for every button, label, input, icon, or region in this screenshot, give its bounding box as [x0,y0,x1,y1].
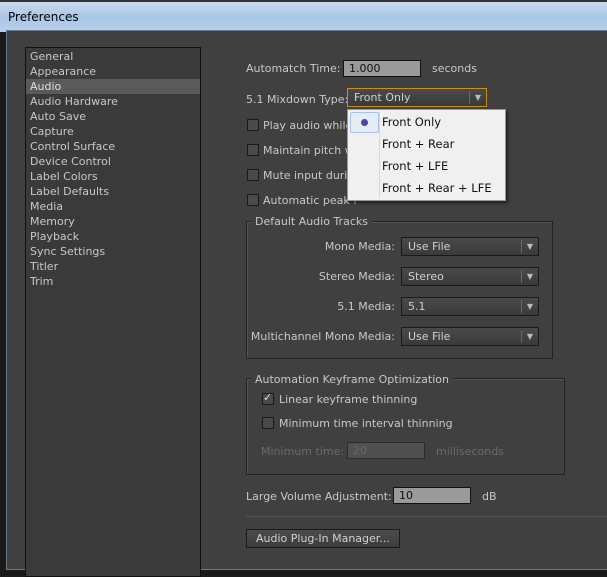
mixdown-label: 5.1 Mixdown Type: [246,93,349,106]
sidebar-item-capture[interactable]: Capture [26,124,200,139]
mixdown-dropdown-menu: Front Only Front + Rear Front + LFE Front +… [347,109,506,201]
sidebar-item-device-control[interactable]: Device Control [26,154,200,169]
radio-dot-icon [361,119,368,126]
track-value: 5.1 [408,300,426,313]
divider [246,516,607,517]
track-label: Multichannel Mono Media: [250,330,395,343]
mixdown-value: Front Only [354,91,411,104]
track-select[interactable]: Stereo ▼ [401,267,539,286]
chevron-down-icon: ▼ [469,91,486,104]
track-label: Mono Media: [324,240,395,253]
sidebar-item-control-surface[interactable]: Control Surface [26,139,200,154]
category-list[interactable]: General Appearance Audio Audio Hardware Auto… [25,47,201,577]
option-checkbox[interactable] [247,119,259,131]
mixdown-option[interactable]: Front + LFE [382,159,448,173]
audio-plugin-manager-button[interactable]: Audio Plug-In Manager... [246,529,400,548]
sidebar-item-auto-save[interactable]: Auto Save [26,109,200,124]
sidebar-item-audio[interactable]: Audio [26,79,200,94]
volume-label: Large Volume Adjustment: [246,490,392,503]
track-select[interactable]: Use File ▼ [401,237,539,256]
option-checkbox[interactable] [247,194,259,206]
sidebar-item-memory[interactable]: Memory [26,214,200,229]
track-value: Use File [408,240,451,253]
mixdown-option[interactable]: Front Only [382,115,441,129]
track-value: Stereo [408,270,444,283]
selected-indicator [350,112,379,133]
chevron-down-icon: ▼ [521,270,538,283]
sidebar-item-trim[interactable]: Trim [26,274,200,289]
chevron-down-icon: ▼ [521,330,538,343]
sidebar-item-sync-settings[interactable]: Sync Settings [26,244,200,259]
sidebar-item-audio-hardware[interactable]: Audio Hardware [26,94,200,109]
chevron-down-icon: ▼ [521,300,538,313]
volume-unit: dB [482,490,497,503]
min-time-input: 20 [347,442,425,459]
track-label: 5.1 Media: [337,300,395,313]
checkmark-icon: ✓ [263,391,273,404]
mixdown-option[interactable]: Front + Rear [382,137,454,151]
sidebar-item-titler[interactable]: Titler [26,259,200,274]
window-title: Preferences [8,10,79,24]
automatch-unit: seconds [432,62,477,75]
default-audio-tracks-title: Default Audio Tracks [251,215,372,228]
min-time-unit: milliseconds [436,445,504,458]
track-select[interactable]: Use File ▼ [401,327,539,346]
option-checkbox[interactable] [247,169,259,181]
option-checkbox-label: Play audio while [263,119,353,132]
chevron-down-icon: ▼ [521,240,538,253]
sidebar-item-appearance[interactable]: Appearance [26,64,200,79]
option-checkbox[interactable] [247,144,259,156]
track-label: Stereo Media: [318,270,395,283]
option-checkbox-label: Automatic peak f [263,194,358,207]
sidebar-item-general[interactable]: General [26,49,200,64]
linear-thinning-checkbox[interactable]: ✓ [262,391,274,405]
menu-separator [379,112,380,198]
linear-thinning-label: Linear keyframe thinning [279,393,418,406]
volume-input[interactable]: 10 [393,487,471,504]
automatch-input[interactable]: 1.000 [343,60,421,77]
sidebar-item-label-colors[interactable]: Label Colors [26,169,200,184]
keyframe-title: Automation Keyframe Optimization [251,373,453,386]
track-select[interactable]: 5.1 ▼ [401,297,539,316]
automatch-label: Automatch Time: [246,62,341,75]
track-value: Use File [408,330,451,343]
sidebar-item-playback[interactable]: Playback [26,229,200,244]
title-bar: Preferences [0,0,607,32]
option-checkbox-label: Mute input durin [263,169,355,182]
sidebar-item-media[interactable]: Media [26,199,200,214]
min-time-label: Minimum time: [261,445,345,458]
min-interval-label: Minimum time interval thinning [279,417,453,430]
mixdown-select[interactable]: Front Only ▼ [347,88,487,107]
sidebar-item-label-defaults[interactable]: Label Defaults [26,184,200,199]
min-interval-checkbox[interactable] [262,417,274,429]
mixdown-option[interactable]: Front + Rear + LFE [382,181,492,195]
